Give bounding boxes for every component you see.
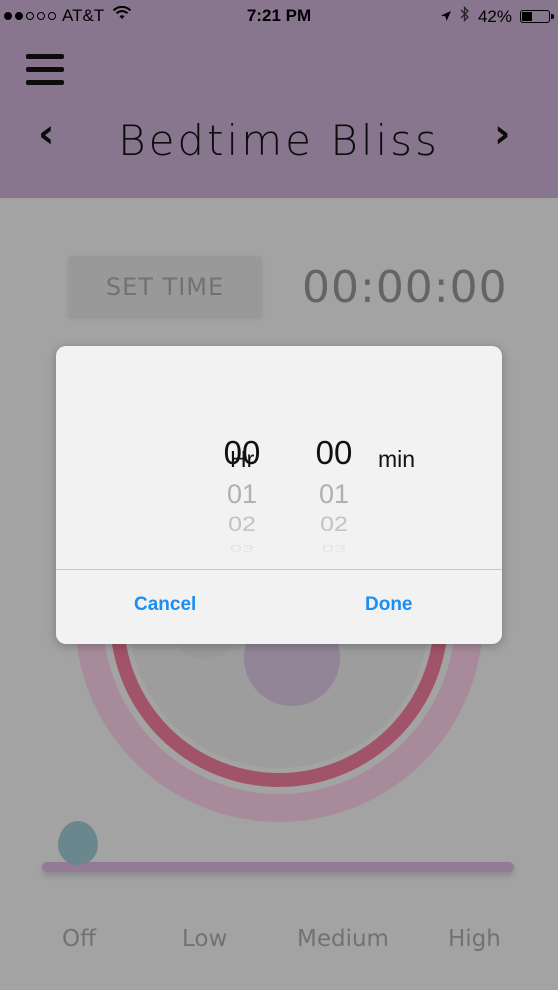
done-button[interactable]: Done [365, 594, 413, 616]
cancel-button[interactable]: Cancel [134, 594, 196, 616]
time-picker: 00 01 02 03 Hr 00 01 02 03 min [56, 346, 502, 568]
minutes-option[interactable]: 01 [299, 479, 369, 510]
picker-fade [56, 528, 502, 568]
minutes-selected[interactable]: 00 [299, 434, 369, 472]
time-picker-dialog: 00 01 02 03 Hr 00 01 02 03 min Cancel Do… [56, 346, 502, 644]
minutes-unit-label: min [378, 446, 416, 472]
hours-unit-label: Hr [230, 446, 255, 472]
dialog-divider [56, 569, 502, 570]
hours-option[interactable]: 01 [207, 479, 277, 510]
